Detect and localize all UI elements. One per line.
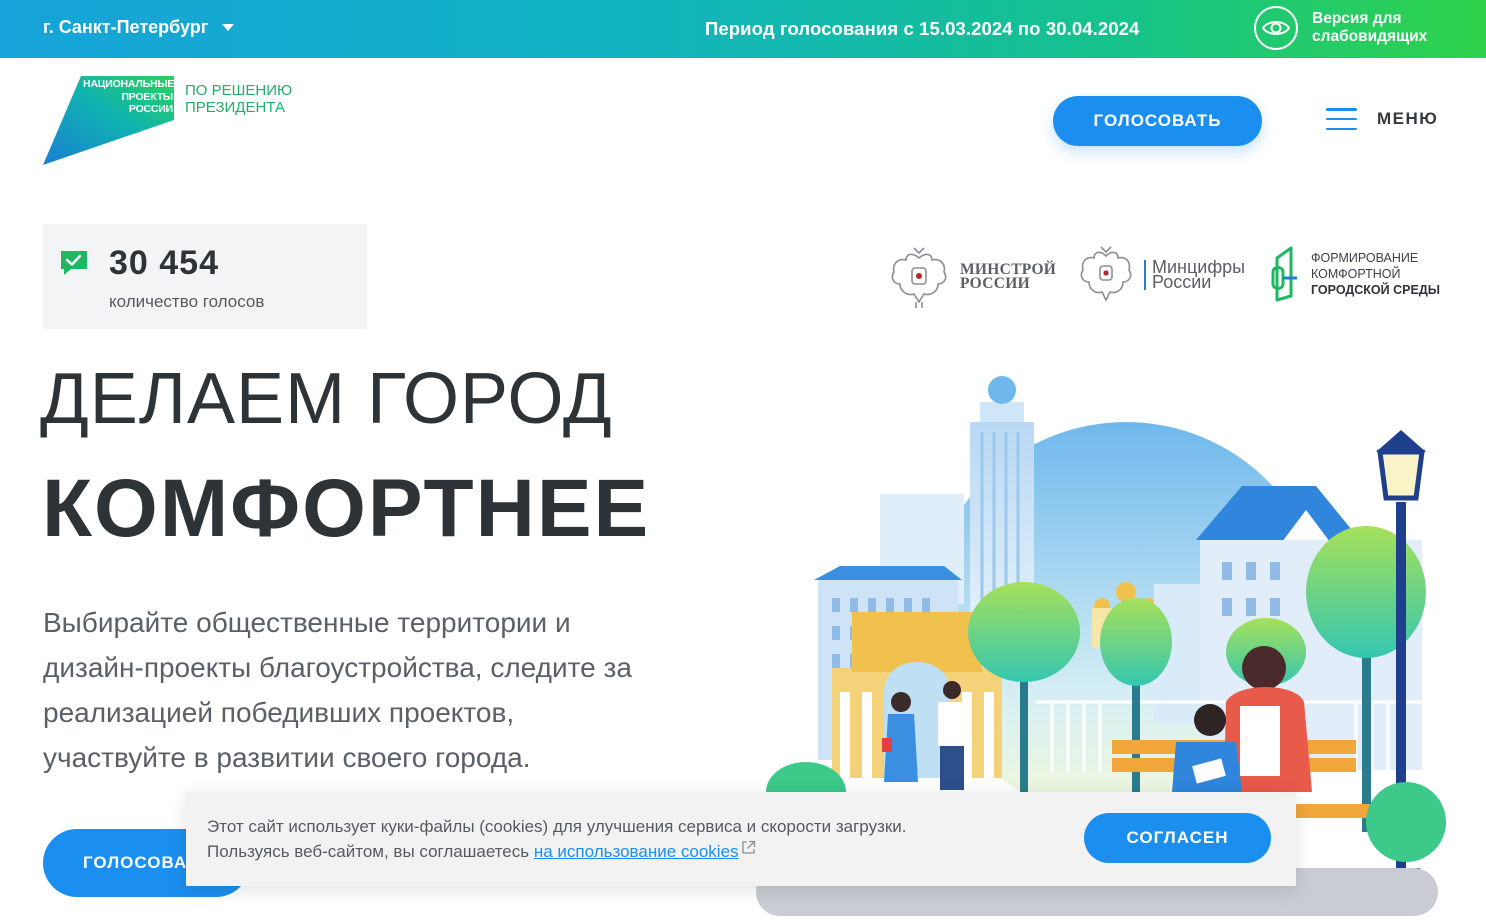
hero-lead-line1: Выбирайте общественные территории и <box>43 607 571 638</box>
minstroy-logo[interactable]: МИНСТРОЙ РОССИИ <box>888 244 1056 310</box>
fkgs-line1: ФОРМИРОВАНИЕ <box>1311 251 1419 265</box>
logo-line2: ПРОЕКТЫ <box>121 90 173 103</box>
chevron-down-icon <box>222 24 235 31</box>
header-vote-button[interactable]: ГОЛОСОВАТЬ <box>1053 96 1262 146</box>
external-link-icon <box>741 840 755 854</box>
fkgs-text: ФОРМИРОВАНИЕ КОМФОРТНОЙ ГОРОДСКОЙ СРЕДЫ <box>1311 250 1440 298</box>
low-vision-version-link[interactable]: Версия для слабовидящих <box>1254 6 1452 50</box>
logo-line1: НАЦИОНАЛЬНЫЕ <box>83 78 175 90</box>
fkgs-line3: ГОРОДСКОЙ СРЕДЫ <box>1311 283 1440 297</box>
logo-slogan: ПО РЕШЕНИЮ ПРЕЗИДЕНТА <box>185 82 292 116</box>
city-label: г. Санкт-Петербург <box>43 17 209 37</box>
hero-lead-line4: участвуйте в развитии своего города. <box>43 742 531 773</box>
mincifry-text: Минцифры России <box>1144 258 1245 292</box>
minstroy-text: МИНСТРОЙ РОССИИ <box>960 262 1056 292</box>
hamburger-icon <box>1326 108 1357 130</box>
cookie-line2: Пользуясь веб-сайтом, вы соглашаетесь <box>207 842 530 861</box>
checkmark-message-icon <box>61 251 87 275</box>
voting-period: Период голосования с 15.03.2024 по 30.04… <box>705 18 1140 39</box>
cookie-agree-button[interactable]: СОГЛАСЕН <box>1084 813 1271 863</box>
top-bar: г. Санкт-Петербург Период голосования с … <box>0 0 1486 58</box>
hero-lead-line2: дизайн-проекты благоустройства, следите … <box>43 652 632 683</box>
menu-label: МЕНЮ <box>1377 109 1439 128</box>
national-projects-logo[interactable]: НАЦИОНАЛЬНЫЕ ПРОЕКТЫ РОССИИ ПО РЕШЕНИЮ П… <box>43 76 303 166</box>
fkgs-line2: КОМФОРТНОЙ <box>1311 267 1401 281</box>
double-headed-eagle-icon <box>1080 246 1132 302</box>
city-selector[interactable]: г. Санкт-Петербург <box>43 17 235 38</box>
logo-triangle-text: НАЦИОНАЛЬНЫЕ ПРОЕКТЫ РОССИИ <box>83 78 175 116</box>
hero-lead: Выбирайте общественные территории и диза… <box>43 600 743 780</box>
mincifry-logo[interactable]: Минцифры России <box>1078 244 1245 306</box>
cookie-banner: Этот сайт использует куки-файлы (cookies… <box>186 792 1296 886</box>
low-vision-label-line2: слабовидящих <box>1312 28 1428 45</box>
fkgs-emblem-icon <box>1271 246 1297 302</box>
mincifry-line2: России <box>1152 272 1212 292</box>
hero-lead-line3: реализацией победивших проектов, <box>43 697 515 728</box>
partner-logos: МИНСТРОЙ РОССИИ Минцифры России ФОРМИРОВ… <box>888 244 1448 310</box>
fkgs-logo[interactable]: ФОРМИРОВАНИЕ КОМФОРТНОЙ ГОРОДСКОЙ СРЕДЫ <box>1271 244 1440 304</box>
hero-title-line2: КОМФОРТНЕЕ <box>42 463 651 554</box>
cookie-policy-link[interactable]: на использование cookies <box>534 842 739 861</box>
slogan-line2: ПРЕЗИДЕНТА <box>185 99 285 116</box>
hero-title-line1: ДЕЛАЕМ ГОРОД <box>40 359 613 439</box>
double-headed-eagle-icon <box>891 247 947 308</box>
eye-icon <box>1254 6 1298 50</box>
low-vision-label: Версия для слабовидящих <box>1312 10 1452 46</box>
minstroy-line2: РОССИИ <box>960 275 1030 292</box>
votes-counter: 30 454 количество голосов <box>43 224 367 329</box>
low-vision-label-line1: Версия для <box>1312 10 1402 27</box>
logo-line3: РОССИИ <box>128 103 173 115</box>
votes-count: 30 454 <box>109 244 219 282</box>
menu-button[interactable]: МЕНЮ <box>1326 108 1438 130</box>
cookie-text: Этот сайт использует куки-файлы (cookies… <box>207 814 907 864</box>
cookie-line1: Этот сайт использует куки-файлы (cookies… <box>207 817 907 836</box>
slogan-line1: ПО РЕШЕНИЮ <box>185 82 293 99</box>
votes-caption: количество голосов <box>109 292 265 311</box>
